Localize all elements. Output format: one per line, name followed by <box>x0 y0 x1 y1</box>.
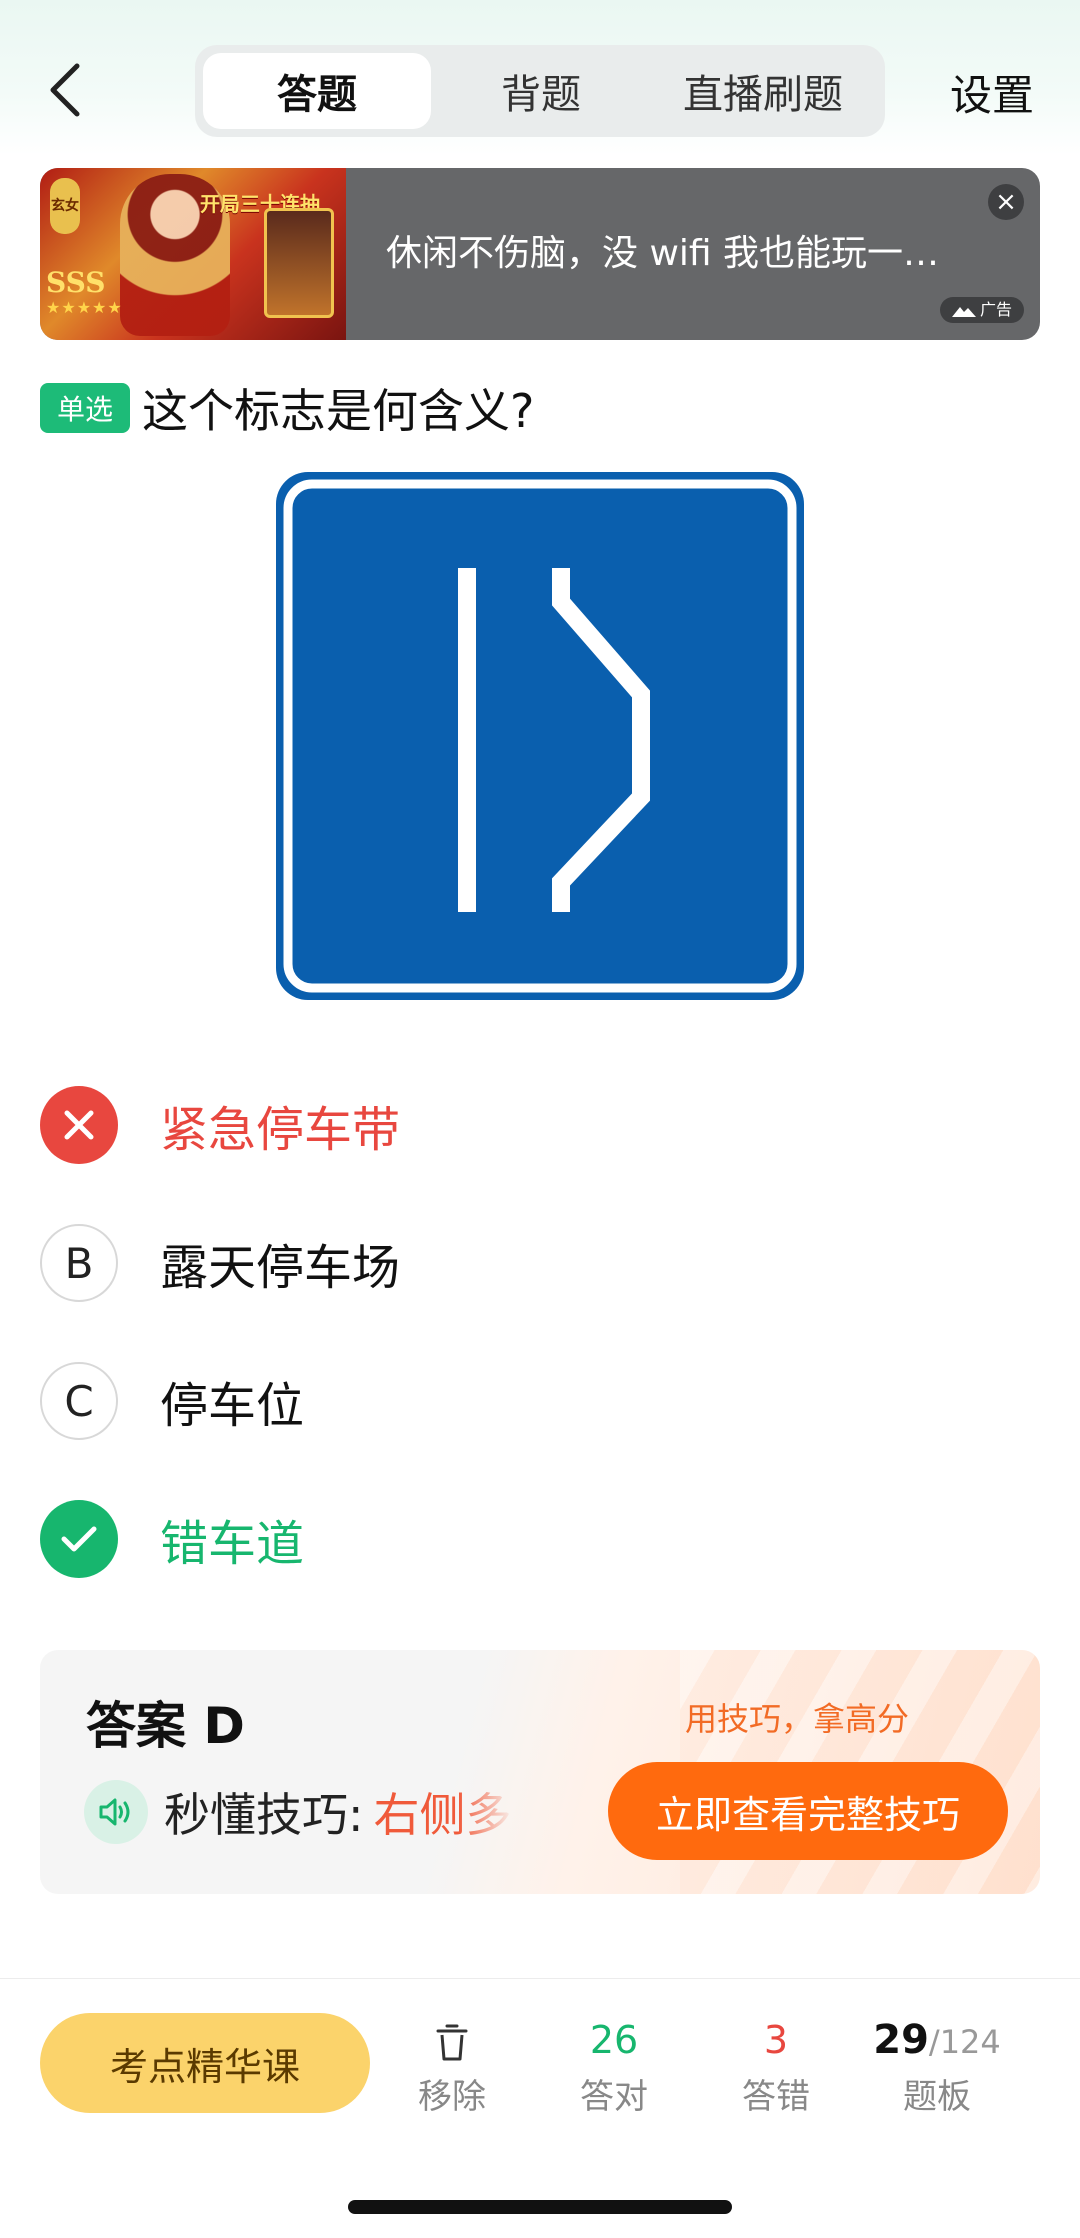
option-a[interactable]: 紧急停车带 <box>40 1085 1040 1165</box>
ad-image: 玄女 开局三十连抽 SSS ★★★★★ <box>40 168 346 340</box>
tab-study[interactable]: 背题 <box>431 53 651 129</box>
ad-stars-icon: ★★★★★ <box>46 298 123 317</box>
option-c-key: C <box>40 1362 118 1440</box>
close-icon: × <box>995 187 1017 217</box>
question-progress: 29/124 <box>862 2015 1012 2065</box>
ad-label-text: 广告 <box>979 300 1012 319</box>
key-points-course-button[interactable]: 考点精华课 <box>40 2013 370 2113</box>
chevron-left-icon <box>50 63 80 117</box>
check-mark-icon <box>40 1500 118 1578</box>
question-board-button[interactable]: 29/124 题板 <box>862 2015 1012 2118</box>
ad-rank-tag: 玄女 <box>50 178 80 234</box>
tip-value: 右侧多 <box>373 1788 512 1842</box>
tip-label: 秒懂技巧: <box>164 1788 364 1842</box>
ad-banner[interactable]: 玄女 开局三十连抽 SSS ★★★★★ 休闲不伤脑，没 wifi 我也能玩一… … <box>40 168 1040 340</box>
answer-slogan: 用技巧，拿高分 <box>685 1700 910 1738</box>
correct-count: 26 <box>589 2018 639 2062</box>
ad-rank-text: SSS <box>46 266 106 299</box>
option-d[interactable]: 错车道 <box>40 1499 1040 1579</box>
wrong-count: 3 <box>763 2018 789 2062</box>
quick-tip[interactable]: 秒懂技巧: 右侧多 <box>84 1776 514 1848</box>
speaker-icon[interactable] <box>84 1780 148 1844</box>
wrong-label: 答错 <box>742 2077 810 2117</box>
remove-button[interactable]: 移除 <box>382 2015 522 2118</box>
option-b[interactable]: B 露天停车场 <box>40 1223 1040 1303</box>
answer-card: 答案 D 秒懂技巧: 右侧多 用技巧，拿高分 立即查看完整技巧 <box>40 1650 1040 1894</box>
tab-answer[interactable]: 答题 <box>203 53 431 129</box>
remove-label: 移除 <box>418 2077 486 2117</box>
ad-card-art <box>264 208 334 318</box>
answer-title: 答案 D <box>86 1697 245 1755</box>
view-full-tip-button[interactable]: 立即查看完整技巧 <box>608 1762 1008 1860</box>
correct-count-button[interactable]: 26 答对 <box>544 2015 684 2118</box>
option-c[interactable]: C 停车位 <box>40 1361 1040 1441</box>
question-text: 这个标志是何含义? <box>142 384 535 438</box>
option-c-text: 停车位 <box>160 1378 305 1434</box>
total-question-count: /124 <box>928 2023 1001 2061</box>
correct-label: 答对 <box>580 2077 648 2117</box>
bottom-bar: 考点精华课 移除 26 答对 3 答错 29/124 题板 <box>0 1978 1080 2238</box>
board-label: 题板 <box>903 2077 971 2117</box>
mode-tabs: 答题 背题 直播刷题 <box>195 45 885 137</box>
option-b-key: B <box>40 1224 118 1302</box>
tab-live-practice[interactable]: 直播刷题 <box>651 53 875 129</box>
ad-close-button[interactable]: × <box>988 184 1024 220</box>
wrong-count-button[interactable]: 3 答错 <box>706 2015 846 2118</box>
question-type-badge: 单选 <box>40 383 130 433</box>
trash-icon <box>382 2015 522 2065</box>
home-indicator[interactable] <box>348 2200 732 2214</box>
settings-button[interactable]: 设置 <box>950 62 1034 123</box>
wrong-mark-icon <box>40 1086 118 1164</box>
back-button[interactable] <box>40 60 90 120</box>
question-header: 单选 这个标志是何含义? <box>40 378 534 438</box>
option-b-text: 露天停车场 <box>160 1240 401 1296</box>
top-header: 答题 背题 直播刷题 设置 <box>0 0 1080 155</box>
ad-logo-icon <box>951 306 976 317</box>
ad-text[interactable]: 休闲不伤脑，没 wifi 我也能玩一… <box>386 224 939 276</box>
option-d-text: 错车道 <box>160 1516 305 1572</box>
option-a-text: 紧急停车带 <box>160 1102 401 1158</box>
traffic-sign-image <box>276 472 804 1000</box>
ad-label-badge: 广告 <box>939 297 1024 323</box>
current-question-number: 29 <box>873 2017 929 2063</box>
